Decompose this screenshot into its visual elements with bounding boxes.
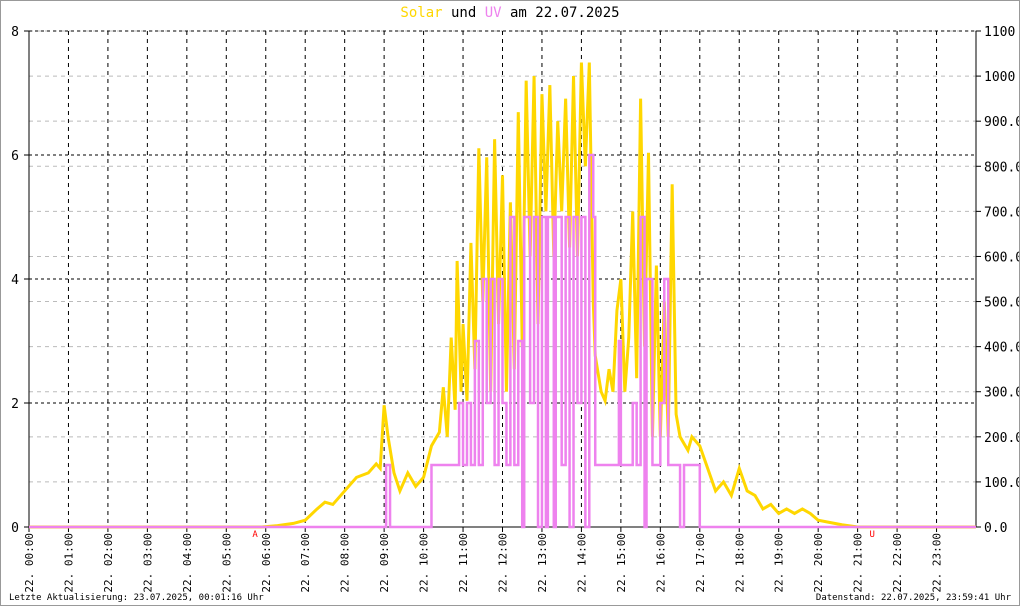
x-tick-label: 22. 00:00: [23, 533, 36, 593]
x-tick-label: 22. 15:00: [615, 533, 628, 593]
x-tick-label: 22. 13:00: [536, 533, 549, 593]
chart-plot: 0.0100.0200.0300.0400.0500.0600.0700.080…: [11, 25, 1019, 593]
footer-data-status: Datenstand: 22.07.2025, 23:59:41 Uhr: [815, 593, 1011, 603]
x-tick-label: 22. 20:00: [812, 533, 825, 593]
right-tick-label: 500.0: [984, 296, 1019, 311]
marker-a: A: [252, 530, 258, 540]
left-tick-label: 4: [11, 273, 19, 288]
chart-window: Solar und UV am 22.07.2025 0.0100.0200.0…: [0, 0, 1020, 606]
right-tick-label: 1000: [984, 70, 1015, 85]
x-tick-label: 22. 17:00: [694, 533, 707, 593]
x-tick-label: 22. 19:00: [773, 533, 786, 593]
x-tick-label: 22. 11:00: [457, 533, 470, 593]
right-tick-label: 400.0: [984, 341, 1019, 356]
marker-u: U: [870, 530, 875, 540]
x-tick-label: 22. 05:00: [220, 533, 233, 593]
right-tick-label: 200.0: [984, 431, 1019, 446]
left-tick-label: 0: [11, 521, 19, 536]
x-tick-label: 22. 07:00: [299, 533, 312, 593]
x-tick-label: 22. 10:00: [418, 533, 431, 593]
x-tick-label: 22. 06:00: [260, 533, 273, 593]
right-tick-label: 1100: [984, 25, 1015, 40]
left-tick-label: 8: [11, 25, 19, 40]
left-tick-label: 6: [11, 149, 19, 164]
x-tick-label: 22. 08:00: [339, 533, 352, 593]
right-tick-label: 800.0: [984, 160, 1019, 175]
right-tick-label: 600.0: [984, 250, 1019, 265]
x-tick-label: 22. 04:00: [181, 533, 194, 593]
x-tick-label: 22. 01:00: [62, 533, 75, 593]
x-tick-label: 22. 21:00: [852, 533, 865, 593]
x-tick-label: 22. 03:00: [141, 533, 154, 593]
x-tick-label: 22. 23:00: [931, 533, 944, 593]
x-tick-label: 22. 12:00: [497, 533, 510, 593]
footer-last-update: Letzte Aktualisierung: 23.07.2025, 00:01…: [9, 593, 264, 603]
x-tick-label: 22. 18:00: [733, 533, 746, 593]
x-tick-label: 22. 02:00: [102, 533, 115, 593]
right-tick-label: 100.0: [984, 476, 1019, 491]
right-tick-label: 900.0: [984, 115, 1019, 130]
x-tick-label: 22. 14:00: [575, 533, 588, 593]
x-tick-label: 22. 09:00: [378, 533, 391, 593]
right-tick-label: 0.0: [984, 521, 1007, 536]
right-tick-label: 700.0: [984, 205, 1019, 220]
x-tick-label: 22. 16:00: [654, 533, 667, 593]
right-tick-label: 300.0: [984, 386, 1019, 401]
left-tick-label: 2: [11, 397, 19, 412]
x-tick-label: 22. 22:00: [891, 533, 904, 593]
